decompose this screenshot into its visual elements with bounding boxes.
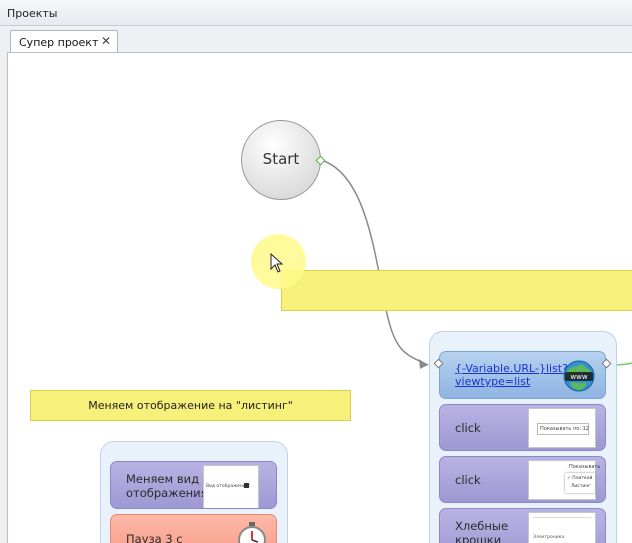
thumb-text: Показывать по: 12 bbox=[540, 426, 589, 432]
url-link[interactable]: {-Variable.URL-}list? viewtype=list bbox=[455, 362, 568, 388]
tab-strip: Супер проект ✕ bbox=[0, 26, 632, 53]
action-group-left[interactable]: Меняем вид отображения Вид отображения: … bbox=[100, 441, 288, 543]
mouse-cursor-icon bbox=[270, 253, 284, 273]
pause-block[interactable]: Пауза 3 с bbox=[110, 514, 277, 543]
block-label-line-2: отображения bbox=[126, 486, 208, 500]
block-label-line-1: Меняем вид bbox=[126, 472, 200, 486]
breadcrumbs-block[interactable]: Хлебные крошки Электроника bbox=[439, 508, 606, 543]
block-thumbnail: Вид отображения: bbox=[203, 465, 259, 508]
panel-title: Проекты bbox=[7, 7, 58, 20]
note-text: Меняем отображение на "листинг" bbox=[88, 399, 293, 412]
start-node-label: Start bbox=[262, 150, 300, 168]
project-canvas[interactable]: Start Меняем отображение на "листинг" {-… bbox=[7, 52, 632, 543]
stopwatch-icon bbox=[238, 522, 266, 543]
start-node[interactable]: Start bbox=[241, 120, 321, 200]
url-link-line-1: {-Variable.URL-}list? bbox=[455, 362, 568, 375]
action-group-right[interactable]: {-Variable.URL-}list? viewtype=list www … bbox=[429, 331, 617, 543]
www-globe-icon: www bbox=[563, 360, 595, 392]
note-block[interactable] bbox=[281, 270, 632, 311]
block-label-line-2: крошки bbox=[455, 533, 502, 543]
block-label: Пауза 3 с bbox=[126, 532, 183, 543]
click-block-1[interactable]: click Показывать по: 12 bbox=[439, 404, 606, 451]
block-thumbnail: Показывать по: 12 bbox=[528, 408, 596, 448]
block-label: Меняем вид отображения bbox=[126, 472, 208, 500]
navigate-url-block[interactable]: {-Variable.URL-}list? viewtype=list www bbox=[439, 351, 606, 399]
wire-arrow bbox=[419, 359, 428, 369]
block-thumbnail: Показывать ✓ Плиткой Листинг bbox=[528, 460, 600, 500]
block-label: Хлебные крошки bbox=[455, 519, 508, 543]
block-thumbnail: Электроника bbox=[528, 512, 596, 543]
note-block-view-change[interactable]: Меняем отображение на "листинг" bbox=[30, 390, 351, 421]
thumb-item: ✓ Плиткой bbox=[567, 476, 593, 481]
change-view-block[interactable]: Меняем вид отображения Вид отображения: bbox=[110, 461, 277, 509]
url-link-line-2: viewtype=list bbox=[455, 375, 531, 388]
panel-header: Проекты bbox=[0, 0, 632, 26]
block-label: click bbox=[455, 473, 481, 487]
click-block-2[interactable]: click Показывать ✓ Плиткой Листинг bbox=[439, 456, 606, 503]
svg-text:www: www bbox=[570, 373, 587, 381]
thumb-text: Показывать bbox=[569, 464, 601, 470]
thumb-item: Листинг bbox=[571, 484, 591, 489]
close-icon[interactable]: ✕ bbox=[101, 34, 111, 48]
tab-label: Супер проект bbox=[19, 36, 99, 49]
block-label: click bbox=[455, 421, 481, 435]
start-to-url-wire bbox=[320, 159, 429, 366]
tab-super-project[interactable]: Супер проект ✕ bbox=[10, 30, 118, 53]
thumb-text: Электроника bbox=[533, 535, 565, 540]
block-label-line-1: Хлебные bbox=[455, 519, 509, 533]
